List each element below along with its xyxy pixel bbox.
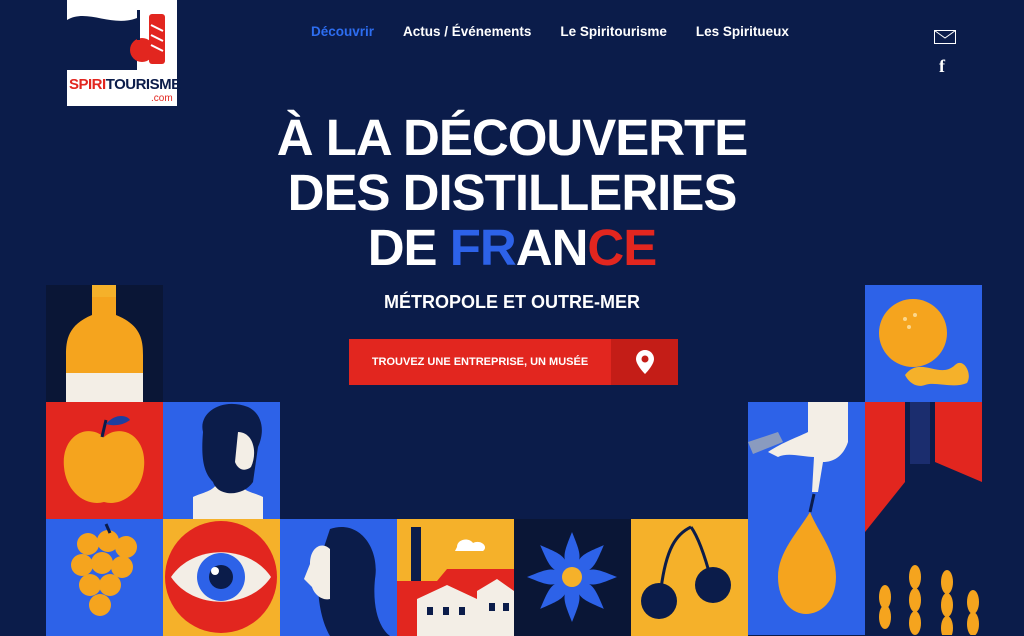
hero-title-ce: CE — [587, 219, 657, 276]
find-company-button[interactable]: TROUVEZ UNE ENTREPRISE, UN MUSÉE — [349, 339, 611, 385]
still-wheat-illustration — [865, 402, 982, 635]
apple-icon — [63, 416, 145, 503]
woman-portrait-illustration — [280, 519, 397, 636]
distillery-building-icon — [397, 527, 514, 636]
main-nav: Découvrir Actus / Événements Le Spiritou… — [311, 24, 818, 39]
nav-item-decouvrir[interactable]: Découvrir — [311, 24, 374, 39]
nav-item-actus[interactable]: Actus / Événements — [403, 24, 531, 39]
distillery-building-illustration — [397, 519, 514, 636]
cherries-icon — [641, 525, 731, 619]
bottle-icon — [66, 285, 143, 402]
orange-illustration — [865, 285, 982, 402]
eye-illustration — [163, 519, 280, 636]
apple-illustration — [46, 402, 163, 519]
eye-icon — [165, 521, 277, 633]
hero-title: À LA DÉCOUVERTE DES DISTILLERIES DE FRAN… — [0, 110, 1024, 275]
cherries-illustration — [631, 519, 748, 636]
logo-wordmark: SPIRITOURISME — [69, 76, 181, 93]
bottle-illustration — [46, 285, 163, 402]
hand-pear-icon — [748, 402, 848, 614]
site-logo[interactable]: SPIRITOURISME .com — [67, 0, 181, 106]
still-wheat-icon — [865, 402, 982, 635]
hero-title-fr: FR — [449, 219, 517, 276]
orange-icon — [879, 299, 969, 386]
hero-title-de: DE — [367, 219, 450, 276]
grapes-illustration — [46, 519, 163, 636]
hero-title-line3: DE FRANCE — [0, 220, 1024, 275]
map-pin-button[interactable] — [611, 339, 678, 385]
logo-text-dark: TOURISME — [105, 76, 181, 93]
hero-title-line2: DES DISTILLERIES — [287, 164, 738, 221]
man-portrait-icon — [193, 403, 263, 519]
woman-portrait-icon — [304, 527, 390, 636]
hero-title-line1: À LA DÉCOUVERTE — [276, 109, 748, 166]
logo-suffix: .com — [151, 93, 173, 104]
mail-icon[interactable] — [934, 30, 956, 44]
facebook-icon[interactable]: f — [939, 56, 945, 77]
hero-title-an: AN — [515, 219, 589, 276]
nav-item-spiritueux[interactable]: Les Spiritueux — [696, 24, 789, 39]
search-cta: TROUVEZ UNE ENTREPRISE, UN MUSÉE — [349, 339, 678, 385]
star-anise-illustration — [514, 519, 631, 636]
nav-item-spiritourisme[interactable]: Le Spiritourisme — [560, 24, 667, 39]
grapes-icon — [71, 523, 137, 616]
hand-pear-illustration — [748, 402, 865, 635]
star-anise-icon — [527, 532, 617, 622]
man-portrait-illustration — [163, 402, 280, 519]
map-pin-icon — [635, 350, 654, 374]
logo-text-red: SPIRI — [69, 76, 106, 93]
